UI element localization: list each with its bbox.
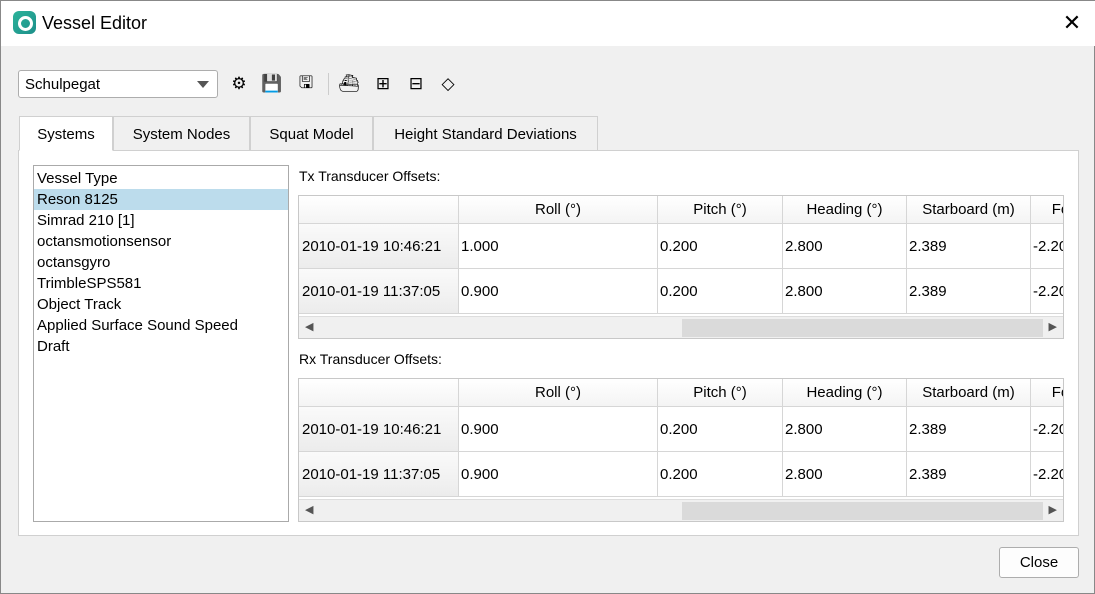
column-header[interactable]: Roll (°): [459, 196, 658, 224]
vessel-config-icon[interactable]: ⚙: [227, 71, 251, 97]
table-cell[interactable]: 0.900: [459, 269, 658, 314]
table-cell[interactable]: 0.900: [459, 407, 658, 452]
table-cell[interactable]: 1.000: [459, 224, 658, 269]
table-cell[interactable]: -2.20: [1031, 452, 1063, 497]
chevron-down-icon: [197, 81, 209, 88]
system-list-item[interactable]: Applied Surface Sound Speed: [34, 315, 288, 336]
table-cell[interactable]: 0.200: [658, 452, 783, 497]
window-title: Vessel Editor: [42, 13, 148, 33]
save-as-icon[interactable]: 🖫: [294, 71, 318, 97]
add-timestamp-icon[interactable]: ⊞: [371, 71, 395, 97]
close-button[interactable]: Close: [999, 547, 1079, 578]
vessel-select[interactable]: Schulpegat: [18, 70, 218, 98]
column-header[interactable]: Fo: [1031, 379, 1063, 407]
column-header[interactable]: Pitch (°): [658, 379, 783, 407]
table-corner: [299, 196, 459, 224]
scroll-left-icon[interactable]: ◀: [305, 503, 313, 516]
column-header[interactable]: Heading (°): [783, 196, 907, 224]
system-list-item[interactable]: Draft: [34, 336, 288, 357]
tab-system-nodes[interactable]: System Nodes: [113, 116, 250, 151]
tx-offsets-label: Tx Transducer Offsets:: [299, 168, 441, 184]
system-list-item[interactable]: Reson 8125: [34, 189, 288, 210]
horizontal-scrollbar[interactable]: ◀ ▶: [299, 499, 1063, 521]
row-header-timestamp[interactable]: 2010-01-19 10:46:21: [299, 224, 459, 269]
system-list-item[interactable]: octansmotionsensor: [34, 231, 288, 252]
scroll-left-icon[interactable]: ◀: [305, 320, 313, 333]
remove-timestamp-icon[interactable]: ⊟: [404, 71, 428, 97]
table-cell[interactable]: 2.800: [783, 407, 907, 452]
save-icon[interactable]: 💾: [260, 71, 284, 97]
tab-height-std-dev[interactable]: Height Standard Deviations: [373, 116, 598, 151]
table-cell[interactable]: 2.389: [907, 269, 1031, 314]
column-header[interactable]: Pitch (°): [658, 196, 783, 224]
row-header-timestamp[interactable]: 2010-01-19 10:46:21: [299, 407, 459, 452]
rx-offsets-label: Rx Transducer Offsets:: [299, 351, 442, 367]
column-header[interactable]: Starboard (m): [907, 196, 1031, 224]
close-icon[interactable]: ✕: [1059, 9, 1085, 37]
system-list-item[interactable]: octansgyro: [34, 252, 288, 273]
app-logo-icon: [13, 11, 36, 34]
table-cell[interactable]: 2.389: [907, 407, 1031, 452]
toolbar-separator: [328, 73, 329, 95]
table-corner: [299, 379, 459, 407]
row-header-timestamp[interactable]: 2010-01-19 11:37:05: [299, 269, 459, 314]
table-cell[interactable]: -2.20: [1031, 224, 1063, 269]
table-cell[interactable]: 0.200: [658, 269, 783, 314]
title-bar: [1, 1, 1095, 46]
column-header[interactable]: Roll (°): [459, 379, 658, 407]
tab-squat-model[interactable]: Squat Model: [250, 116, 373, 151]
table-cell[interactable]: -2.20: [1031, 407, 1063, 452]
system-list-item[interactable]: TrimbleSPS581: [34, 273, 288, 294]
table-cell[interactable]: 2.389: [907, 224, 1031, 269]
scrollbar-thumb[interactable]: [682, 319, 1043, 337]
system-list-item[interactable]: Object Track: [34, 294, 288, 315]
table-cell[interactable]: 2.800: [783, 452, 907, 497]
row-header-timestamp[interactable]: 2010-01-19 11:37:05: [299, 452, 459, 497]
table-cell[interactable]: 0.900: [459, 452, 658, 497]
table-cell[interactable]: 0.200: [658, 407, 783, 452]
column-header[interactable]: Heading (°): [783, 379, 907, 407]
scrollbar-thumb[interactable]: [682, 502, 1043, 520]
rx-offsets-table: Roll (°) Pitch (°) Heading (°) Starboard (m…: [298, 378, 1064, 522]
scroll-right-icon[interactable]: ▶: [1049, 320, 1057, 333]
horizontal-scrollbar[interactable]: ◀ ▶: [299, 316, 1063, 338]
column-header[interactable]: Starboard (m): [907, 379, 1031, 407]
vessel-select-value: Schulpegat: [25, 76, 101, 93]
system-list-item[interactable]: Vessel Type: [34, 168, 288, 189]
table-cell[interactable]: 2.800: [783, 269, 907, 314]
table-cell[interactable]: 2.800: [783, 224, 907, 269]
column-header[interactable]: Fo: [1031, 196, 1063, 224]
table-cell[interactable]: 0.200: [658, 224, 783, 269]
scroll-right-icon[interactable]: ▶: [1049, 503, 1057, 516]
tx-offsets-table: Roll (°) Pitch (°) Heading (°) Starboard (m…: [298, 195, 1064, 339]
systems-list: Vessel Type Reson 8125 Simrad 210 [1] octan…: [33, 165, 289, 522]
tab-systems[interactable]: Systems: [19, 116, 113, 151]
coordinate-axes-icon[interactable]: ◇: [436, 71, 460, 97]
table-cell[interactable]: -2.20: [1031, 269, 1063, 314]
edit-sensor-icon[interactable]: ⛴: [337, 71, 361, 97]
table-cell[interactable]: 2.389: [907, 452, 1031, 497]
system-list-item[interactable]: Simrad 210 [1]: [34, 210, 288, 231]
